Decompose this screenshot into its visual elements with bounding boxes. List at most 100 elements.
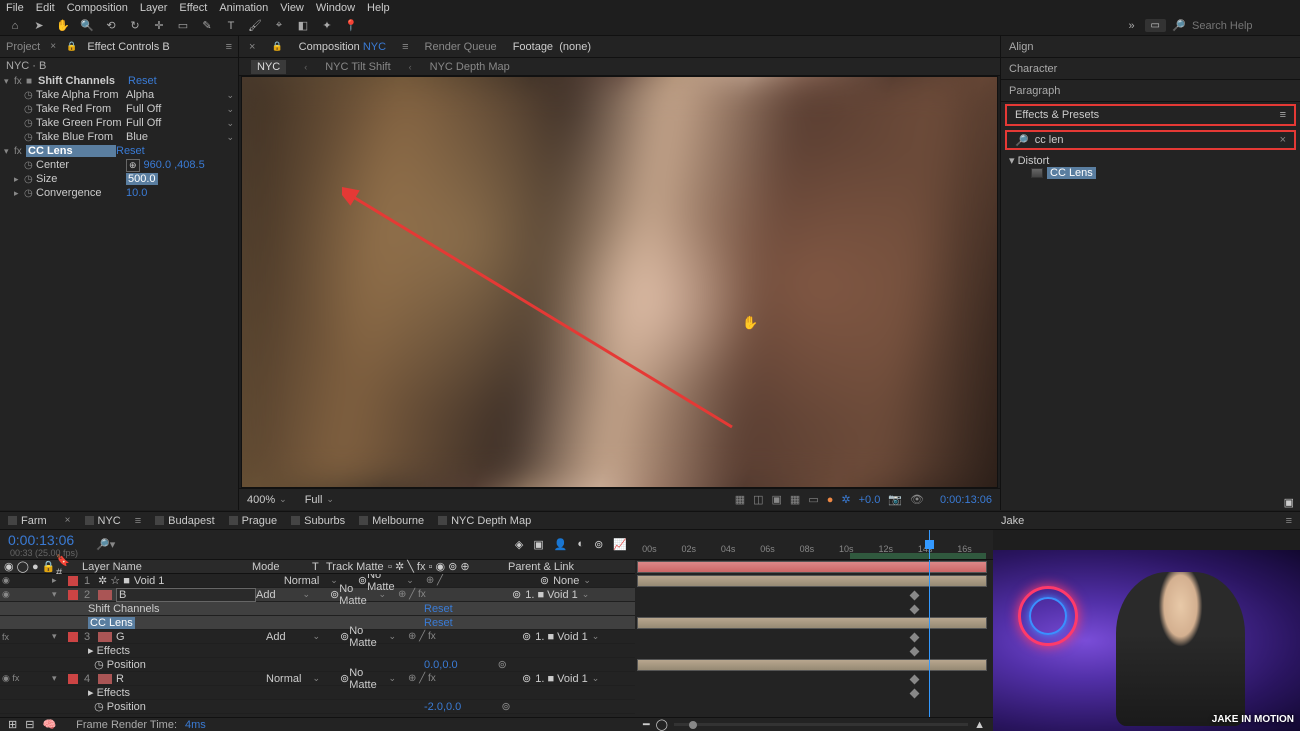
menu-edit[interactable]: Edit — [36, 2, 55, 14]
blend-mode-dropdown[interactable]: Add⌄ — [266, 631, 326, 643]
timeline-zoom[interactable]: ━ ◯ ▲ — [635, 717, 993, 731]
pen-tool-icon[interactable]: ✎ — [200, 19, 214, 33]
layer-row[interactable]: ◉ fx ▾ 4 R Normal⌄ ⊚ No Matte⌄ ⊕ ╱ fx ⊚ … — [0, 672, 635, 686]
comp-tab-prague[interactable]: Prague — [229, 515, 277, 527]
home-icon[interactable]: ⌂ — [8, 19, 22, 33]
graph-editor-icon[interactable]: 📈 — [613, 538, 627, 551]
motion-blur-icon[interactable]: ⊚ — [594, 538, 603, 551]
comp-tab-depth-map[interactable]: NYC Depth Map — [438, 515, 531, 527]
stopwatch-icon[interactable]: ◷ — [24, 90, 36, 101]
timeline-search-icon[interactable]: 🔎▾ — [96, 538, 115, 551]
hand-tool-icon[interactable]: ✋ — [56, 19, 70, 33]
timeline-timecode[interactable]: 0:00:13:06 — [8, 532, 78, 548]
transparency-icon[interactable]: ▦ — [790, 493, 800, 506]
sublayer-effects[interactable]: ▸ Effects — [0, 686, 635, 700]
convergence-value[interactable]: 10.0 — [126, 187, 147, 199]
panel-menu-icon[interactable]: ≡ — [1280, 109, 1286, 121]
exposure-icon[interactable]: ✲ — [841, 493, 850, 506]
chevron-down-icon[interactable]: ⌄ — [226, 118, 234, 129]
col-mode[interactable]: Mode — [252, 561, 312, 573]
toggle-modes-icon[interactable]: ⊟ — [25, 718, 34, 731]
menu-file[interactable]: File — [6, 2, 24, 14]
timeline-tracks[interactable] — [635, 560, 993, 717]
resolution-dropdown[interactable]: Full⌄ — [305, 494, 334, 506]
layer-name[interactable]: G — [116, 631, 266, 643]
work-area-bar[interactable] — [850, 553, 986, 559]
col-t[interactable]: T — [312, 561, 326, 573]
blend-mode-dropdown[interactable]: Normal⌄ — [266, 673, 326, 685]
brush-tool-icon[interactable]: 🖌 — [248, 19, 262, 33]
sublayer-position[interactable]: ◷ Position0.0,0.0⊚ — [0, 658, 635, 672]
rect-tool-icon[interactable]: ▭ — [176, 19, 190, 33]
show-snapshot-icon[interactable]: 👁 — [910, 493, 924, 506]
track-matte-dropdown[interactable]: ⊚ No Matte⌄ — [330, 583, 392, 607]
clear-search-icon[interactable]: × — [1280, 134, 1286, 146]
comp-tab-budapest[interactable]: Budapest — [155, 515, 214, 527]
effect-cc-lens[interactable]: CC Lens — [26, 145, 116, 157]
viewer-timecode[interactable]: 0:00:13:06 — [940, 494, 992, 506]
effect-item-cc-lens[interactable]: CC Lens — [1009, 167, 1292, 179]
stopwatch-icon[interactable]: ◷ — [24, 118, 36, 129]
comp-tab-nyc[interactable]: NYC — [85, 515, 121, 527]
menu-animation[interactable]: Animation — [219, 2, 268, 14]
reset-button[interactable]: Reset — [116, 145, 145, 157]
clone-tool-icon[interactable]: ⌖ — [272, 19, 286, 33]
col-layer-name[interactable]: Layer Name — [78, 561, 252, 573]
footage-tab[interactable]: Footage (none) — [513, 41, 591, 53]
menu-effect[interactable]: Effect — [179, 2, 207, 14]
effect-shift-channels[interactable]: Shift Channels — [38, 75, 128, 87]
paragraph-panel-header[interactable]: Paragraph — [1001, 80, 1300, 102]
col-parent[interactable]: Parent & Link — [508, 561, 588, 573]
region-icon[interactable]: ▣ — [772, 493, 782, 506]
stopwatch-icon[interactable]: ◷ — [24, 174, 36, 185]
expand-icon[interactable]: » — [1125, 19, 1139, 33]
close-tab-icon[interactable]: × — [50, 41, 56, 52]
red-from-dropdown[interactable]: Full Off — [126, 103, 161, 115]
parent-dropdown[interactable]: ⊚ 1. ■ Void 1 ⌄ — [522, 630, 602, 643]
sublayer-position[interactable]: ◷ Position-2.0,0.0⊚ — [0, 700, 635, 714]
exposure-value[interactable]: +0.0 — [859, 494, 881, 506]
toggle-switches-icon[interactable]: ⊞ — [8, 718, 17, 731]
parent-dropdown[interactable]: ⊚ 1. ■ Void 1 ⌄ — [522, 672, 602, 685]
twirl-icon[interactable]: ▾ — [4, 76, 14, 87]
chevron-down-icon[interactable]: ⌄ — [226, 104, 234, 115]
panel-menu-icon[interactable]: ≡ — [1286, 515, 1292, 527]
effects-folder-distort[interactable]: ▾ Distort — [1009, 154, 1292, 167]
selection-tool-icon[interactable]: ➤ — [32, 19, 46, 33]
stopwatch-icon[interactable]: ◷ — [24, 104, 36, 115]
size-value[interactable]: 500.0 — [126, 173, 158, 185]
frame-blend-icon[interactable]: ◐ — [577, 538, 584, 551]
comp-tab-melbourne[interactable]: Melbourne — [359, 515, 424, 527]
zoom-out-icon[interactable]: ━ — [643, 718, 650, 731]
lock-icon[interactable]: 🔒 — [271, 41, 282, 52]
time-ruler[interactable]: 00s 02s 04s 06s 08s 10s 12s 14s 16s — [635, 530, 993, 560]
chevron-down-icon[interactable]: ⌄ — [226, 90, 234, 101]
orbit-tool-icon[interactable]: ⟲ — [104, 19, 118, 33]
effects-presets-panel-header[interactable]: Effects & Presets ≡ — [1005, 104, 1296, 126]
crumb-depth-map[interactable]: NYC Depth Map — [430, 61, 510, 73]
layer-name[interactable]: Void 1 — [134, 575, 284, 587]
crumb-nyc[interactable]: NYC — [251, 60, 286, 74]
puppet-tool-icon[interactable]: 📍 — [344, 19, 358, 33]
effects-search-input[interactable] — [1035, 134, 1274, 146]
crosshair-icon[interactable]: ⊕ — [126, 159, 140, 172]
alpha-from-dropdown[interactable]: Alpha — [126, 89, 154, 101]
rotate-tool-icon[interactable]: ↻ — [128, 19, 142, 33]
col-track-matte[interactable]: Track Matte — [326, 561, 388, 573]
shy-icon[interactable]: 👤 — [554, 538, 568, 551]
toggle-brain-icon[interactable]: 🧠 — [42, 718, 56, 731]
fx-toggle-icon[interactable]: fx — [14, 146, 26, 157]
info-panel-header[interactable]: Jake ≡ — [993, 512, 1300, 530]
center-value[interactable]: 960.0 ,408.5 — [144, 159, 205, 171]
render-queue-tab[interactable]: Render Queue — [425, 41, 497, 53]
stopwatch-icon[interactable]: ◷ — [24, 160, 36, 171]
track-matte-dropdown[interactable]: ⊚ No Matte⌄ — [340, 625, 402, 649]
panel-menu-icon[interactable]: ≡ — [135, 515, 141, 527]
track-matte-dropdown[interactable]: ⊚ No Matte⌄ — [340, 667, 402, 691]
close-tab-icon[interactable]: × — [65, 515, 71, 526]
effect-enable-icon[interactable]: ■ — [26, 76, 38, 87]
snapshot-icon[interactable]: 📷 — [888, 493, 902, 506]
stopwatch-icon[interactable]: ◷ — [24, 188, 36, 199]
menu-layer[interactable]: Layer — [140, 2, 168, 14]
blue-from-dropdown[interactable]: Blue — [126, 131, 148, 143]
